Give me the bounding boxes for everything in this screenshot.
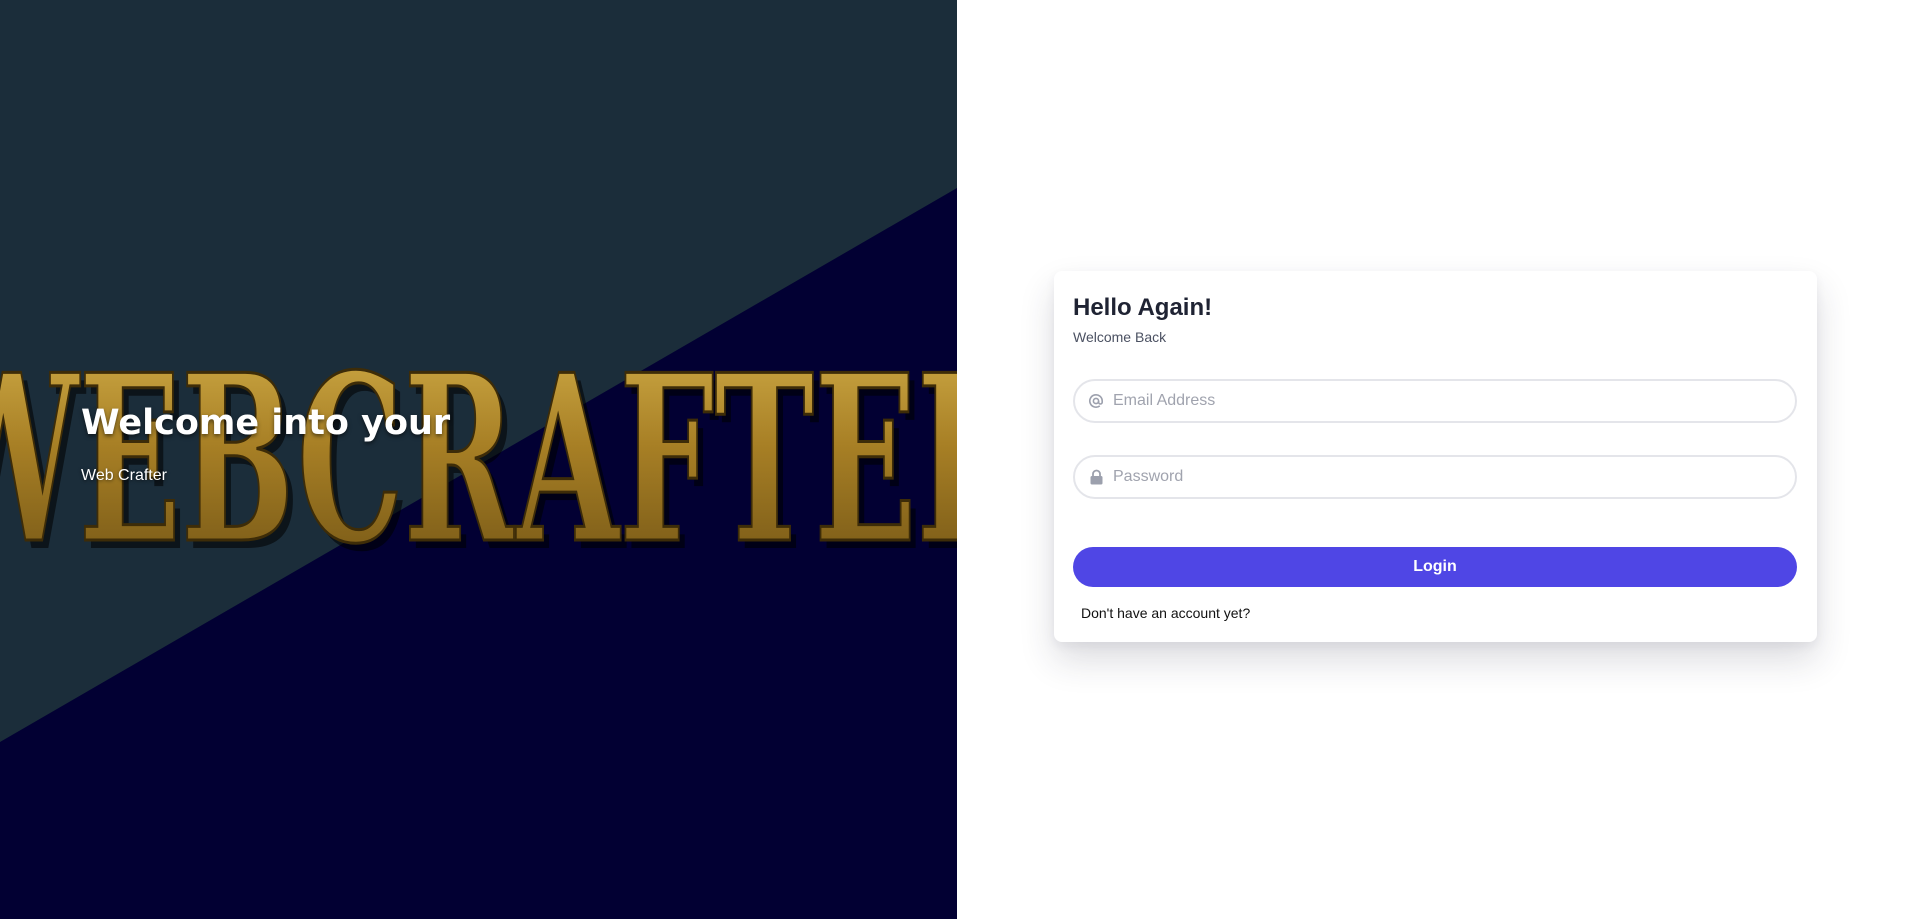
login-title: Hello Again! xyxy=(1073,294,1213,321)
at-icon xyxy=(1087,392,1105,410)
password-input[interactable] xyxy=(1111,461,1771,493)
login-subtitle: Welcome Back xyxy=(1073,329,1167,345)
hero-subtitle: Web Crafter xyxy=(81,467,167,484)
login-button[interactable]: Login xyxy=(1073,547,1797,587)
hero-panel: WEBCRAFTER WEBCRAFTER Welcome into your … xyxy=(0,0,957,919)
email-field[interactable] xyxy=(1073,379,1797,423)
logo-text: WEBCRAFTER xyxy=(0,325,957,595)
webcrafter-logo: WEBCRAFTER WEBCRAFTER xyxy=(0,324,957,601)
login-page: WEBCRAFTER WEBCRAFTER Welcome into your … xyxy=(0,0,1912,919)
hero-title: Welcome into your xyxy=(81,403,451,443)
signup-link[interactable]: Don't have an account yet? xyxy=(1081,604,1250,622)
password-field[interactable] xyxy=(1073,455,1797,499)
lock-icon xyxy=(1087,468,1105,486)
email-input[interactable] xyxy=(1111,385,1771,417)
login-card: Hello Again! Welcome Back Login Don't ha… xyxy=(1054,271,1817,642)
